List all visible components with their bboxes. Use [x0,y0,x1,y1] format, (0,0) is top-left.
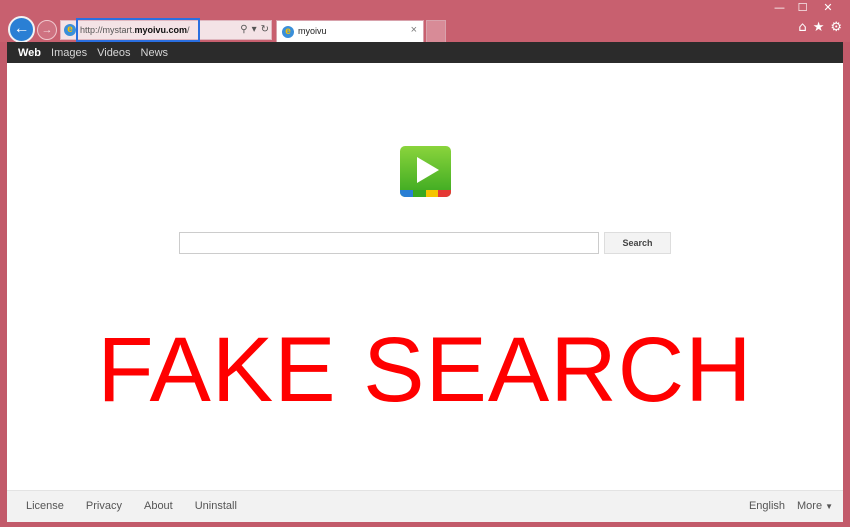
page-content: Web Images Videos News Search FAKE SEARC… [7,42,843,522]
more-menu[interactable]: More ▼ [797,500,833,512]
browser-tab[interactable]: e myoivu × [276,20,424,42]
close-window-button[interactable]: ✕ [814,0,842,16]
url-suffix: / [187,25,190,35]
search-input[interactable] [179,232,599,254]
tab-favicon-icon: e [282,26,294,38]
top-nav: Web Images Videos News [7,42,843,63]
home-icon[interactable]: ⌂ [798,20,806,35]
footer-uninstall-link[interactable]: Uninstall [195,500,237,512]
nav-videos[interactable]: Videos [97,47,130,59]
nav-images[interactable]: Images [51,47,87,59]
url-domain: myoivu.com [134,25,188,35]
caret-down-icon: ▼ [825,502,833,511]
footer-about-link[interactable]: About [144,500,173,512]
browser-toolbar-icons: ⌂ ★ ⚙ [798,20,842,35]
address-dropdown-icon[interactable]: ▾ [252,22,257,38]
ie-favicon-icon: e [64,24,76,36]
footer-privacy-link[interactable]: Privacy [86,500,122,512]
play-triangle [417,157,439,183]
language-selector[interactable]: English [749,500,785,512]
back-button[interactable]: ← [8,16,35,43]
search-button[interactable]: Search [604,232,671,254]
play-logo-icon [400,146,451,197]
back-arrow-icon: ← [13,20,30,37]
footer-license-link[interactable]: License [26,500,64,512]
stripe-blue [400,190,413,197]
address-bar[interactable]: e http://mystart.myoivu.com/ ⚲ ▾ ↻ [60,18,272,42]
url-prefix: http://mystart. [80,25,135,35]
new-tab-button[interactable] [426,20,446,42]
fake-search-overlay: FAKE SEARCH [97,319,753,421]
tab-title: myoivu [298,26,327,36]
minimize-button[interactable]: — [768,0,791,16]
footer: License Privacy About Uninstall English … [7,490,843,522]
more-label: More [797,500,823,512]
nav-web[interactable]: Web [18,47,41,59]
footer-right: English More ▼ [749,500,833,512]
gear-icon[interactable]: ⚙ [830,20,842,35]
window-controls: — ☐ ✕ [768,0,842,16]
footer-links: License Privacy About Uninstall [26,500,237,512]
address-tools: ⚲ ▾ ↻ [240,22,269,38]
tab-close-icon[interactable]: × [411,24,417,36]
logo-stripe [400,190,451,197]
forward-arrow-icon: → [41,24,53,36]
window-titlebar: — ☐ ✕ ← → e http://mystart.myoivu.com/ ⚲… [0,0,850,43]
refresh-icon[interactable]: ↻ [261,22,269,38]
nav-news[interactable]: News [141,47,169,59]
address-search-icon[interactable]: ⚲ [240,22,247,38]
stripe-red [438,190,451,197]
maximize-button[interactable]: ☐ [791,0,814,16]
stripe-green [412,190,426,197]
url-field[interactable]: http://mystart.myoivu.com/ [76,18,200,42]
stripe-yellow [425,190,439,197]
forward-button[interactable]: → [37,20,57,40]
star-icon[interactable]: ★ [813,20,825,35]
